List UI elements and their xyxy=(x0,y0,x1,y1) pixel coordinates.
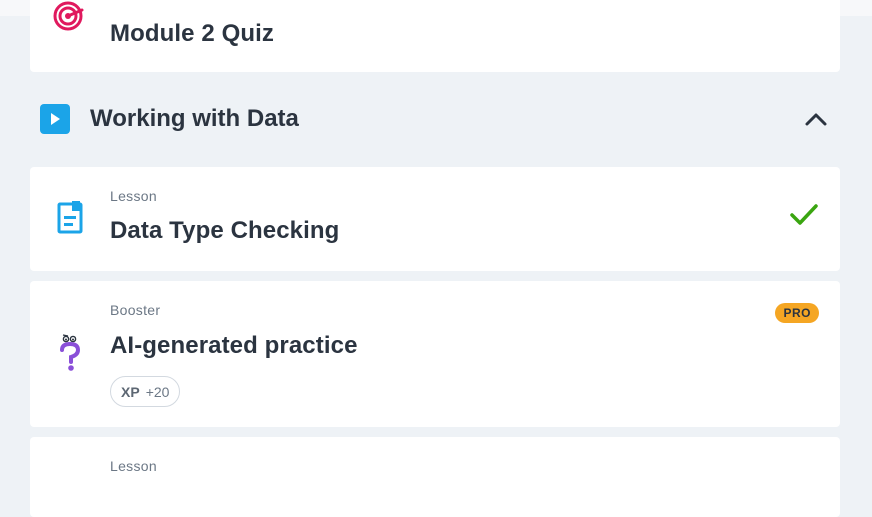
booster-card[interactable]: Booster PRO AI-generated practice XP +20 xyxy=(30,281,840,427)
pro-badge: PRO xyxy=(775,303,819,323)
xp-chip: XP +20 xyxy=(110,376,181,407)
section-title: Working with Data xyxy=(90,105,299,132)
lesson-card[interactable]: Lesson Data Type Checking xyxy=(30,167,840,271)
item-type-label: Lesson xyxy=(110,188,157,204)
section-header[interactable]: Working with Data xyxy=(40,104,840,134)
xp-label: XP xyxy=(121,383,140,400)
xp-value: +20 xyxy=(145,383,170,400)
item-type-label: Booster xyxy=(110,302,161,318)
play-icon xyxy=(40,104,70,134)
checkmark-icon xyxy=(790,203,818,227)
lesson-title: Data Type Checking xyxy=(110,217,340,244)
lesson-card[interactable]: Lesson xyxy=(30,437,840,517)
chevron-up-icon[interactable] xyxy=(804,109,828,129)
booster-title: AI-generated practice xyxy=(110,332,358,359)
question-mark-icon xyxy=(52,334,88,372)
document-icon xyxy=(52,200,88,236)
item-type-label: Lesson xyxy=(110,458,157,474)
quiz-title: Module 2 Quiz xyxy=(110,20,274,47)
quiz-card[interactable]: Module 2 Quiz xyxy=(30,0,840,72)
target-icon xyxy=(52,0,88,34)
